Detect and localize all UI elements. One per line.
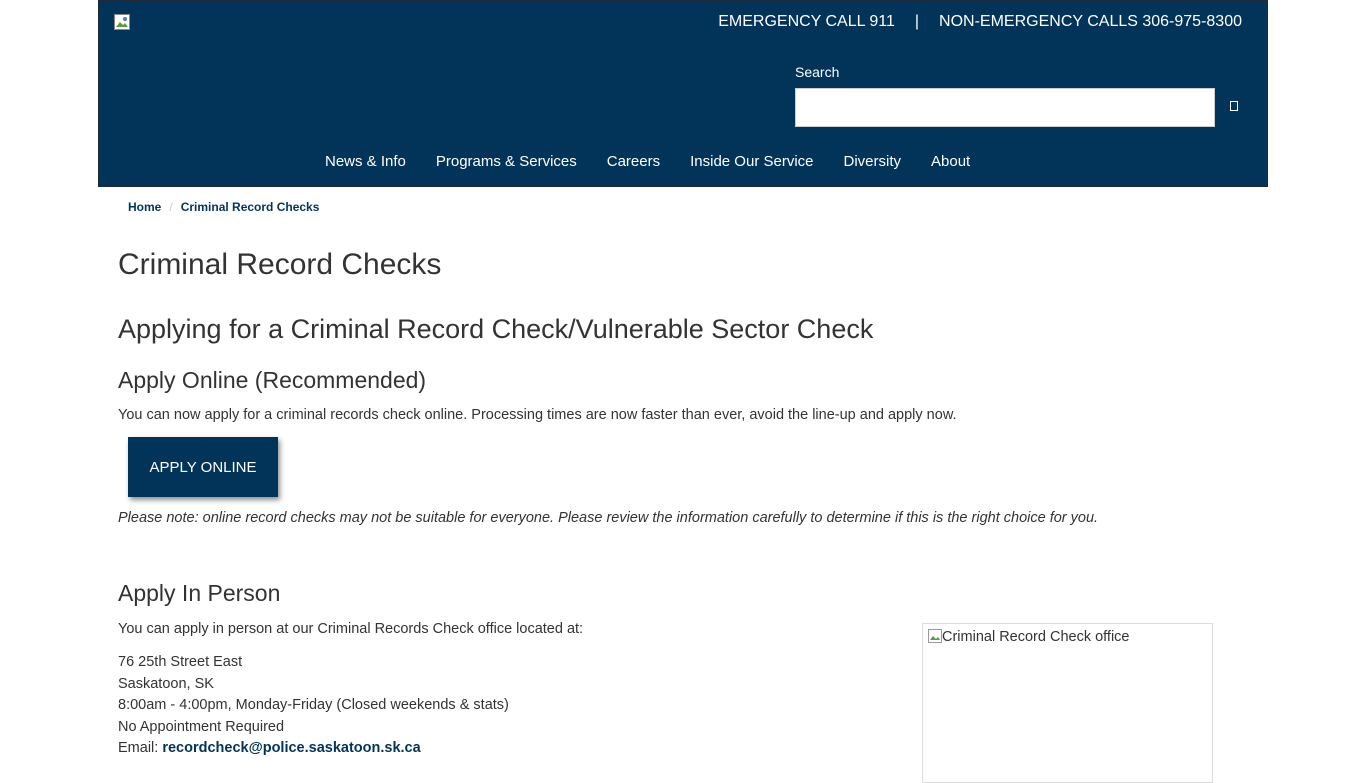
email-line: Email: recordcheck@police.saskatoon.sk.c… bbox=[118, 738, 509, 760]
nav-inside-our-service[interactable]: Inside Our Service bbox=[675, 151, 828, 172]
online-note: Please note: online record checks may no… bbox=[118, 510, 1099, 526]
apply-online-heading: Apply Online (Recommended) bbox=[118, 367, 427, 393]
apply-in-person-heading: Apply In Person bbox=[118, 580, 281, 606]
nav-programs-services[interactable]: Programs & Services bbox=[421, 151, 592, 172]
breadcrumb: Home / Criminal Record Checks bbox=[128, 200, 319, 214]
section-subtitle: Applying for a Criminal Record Check/Vul… bbox=[118, 314, 874, 344]
apply-online-button[interactable]: APPLY ONLINE bbox=[128, 437, 278, 497]
apply-in-person-text: You can apply in person at our Criminal … bbox=[118, 621, 584, 637]
contact-bar: EMERGENCY CALL 911 | NON-EMERGENCY CALLS 3… bbox=[718, 13, 1242, 31]
broken-logo-image[interactable] bbox=[114, 14, 130, 30]
search-label: Search bbox=[795, 64, 840, 80]
nav-careers[interactable]: Careers bbox=[592, 151, 675, 172]
page-title: Criminal Record Checks bbox=[118, 248, 442, 281]
main-nav: News & Info Programs & Services Careers … bbox=[310, 151, 985, 172]
site-header: EMERGENCY CALL 911 | NON-EMERGENCY CALLS 3… bbox=[98, 0, 1268, 187]
nav-diversity[interactable]: Diversity bbox=[829, 151, 917, 172]
appointment-info: No Appointment Required bbox=[118, 718, 285, 735]
address-street: 76 25th Street East bbox=[118, 654, 243, 670]
non-emergency-number: NON-EMERGENCY CALLS 306-975-8300 bbox=[939, 13, 1242, 30]
search-button[interactable] bbox=[1224, 96, 1244, 116]
office-image: Criminal Record Check office bbox=[922, 623, 1213, 783]
breadcrumb-current[interactable]: Criminal Record Checks bbox=[181, 200, 320, 214]
search-icon bbox=[1230, 101, 1238, 111]
nav-news-info[interactable]: News & Info bbox=[310, 151, 421, 172]
contact-separator: | bbox=[914, 13, 920, 30]
nav-about[interactable]: About bbox=[916, 151, 985, 172]
search-input[interactable] bbox=[795, 88, 1215, 127]
office-address: 76 25th Street East Saskatoon, SK 8:00am… bbox=[118, 652, 509, 760]
apply-online-text: You can now apply for a criminal records… bbox=[118, 407, 957, 423]
email-link[interactable]: recordcheck@police.saskatoon.sk.ca bbox=[162, 740, 420, 756]
address-city: Saskatoon, SK bbox=[118, 675, 214, 692]
email-label: Email: bbox=[118, 740, 163, 756]
breadcrumb-home[interactable]: Home bbox=[128, 200, 161, 214]
office-hours: 8:00am - 4:00pm, Monday-Friday (Closed w… bbox=[118, 697, 509, 713]
broken-image-icon bbox=[928, 629, 942, 643]
breadcrumb-divider: / bbox=[169, 200, 173, 214]
emergency-number: EMERGENCY CALL 911 bbox=[718, 13, 895, 30]
office-image-alt: Criminal Record Check office bbox=[942, 629, 1130, 645]
